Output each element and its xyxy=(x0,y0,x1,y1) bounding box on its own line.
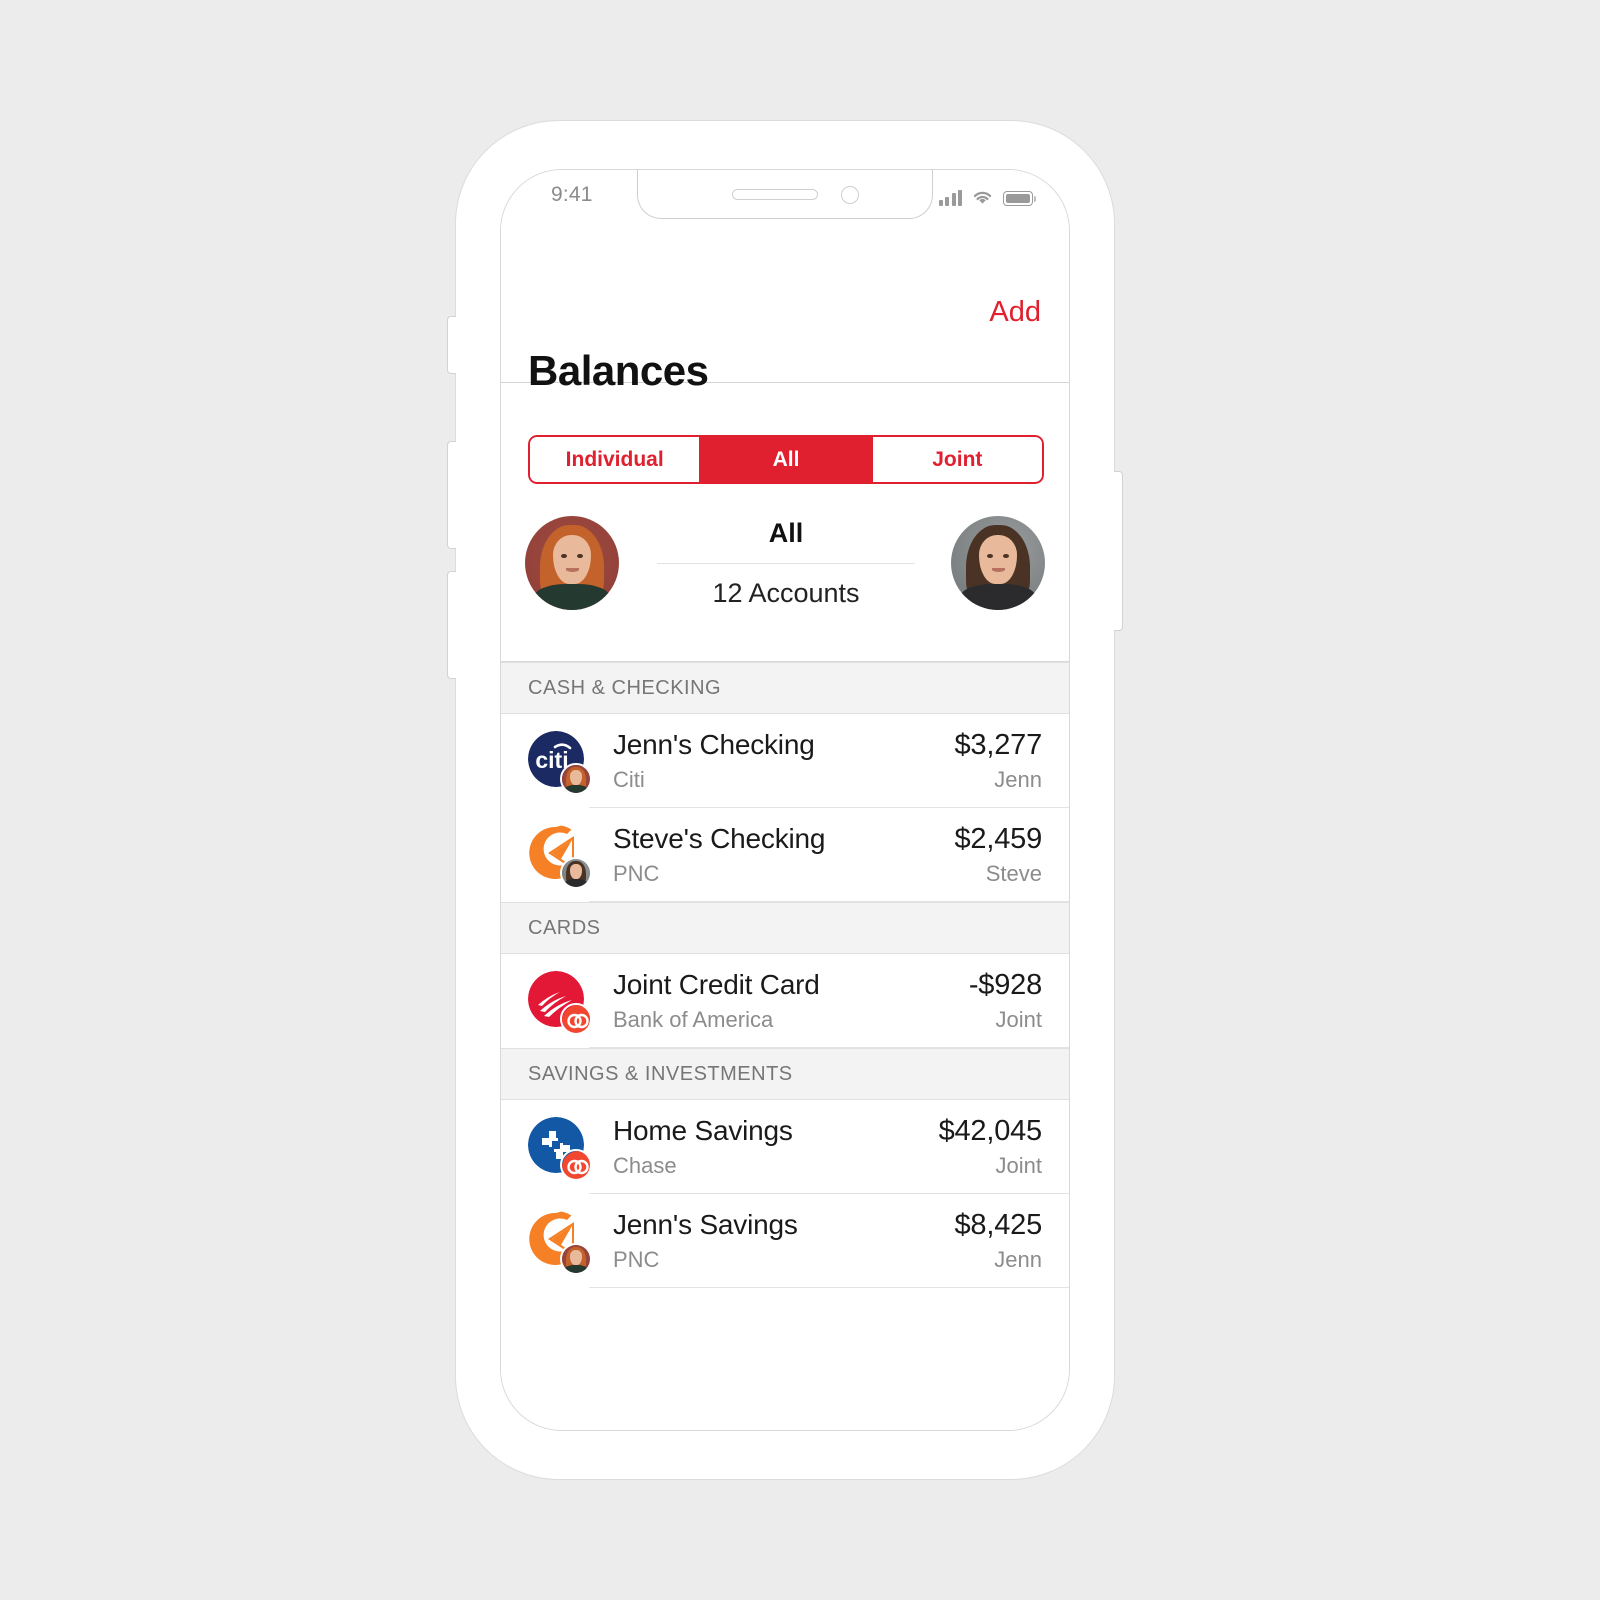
account-logo-group xyxy=(528,1116,592,1181)
segment-joint[interactable]: Joint xyxy=(872,435,1044,484)
jenn-avatar-badge xyxy=(560,762,592,795)
page-title: Balances xyxy=(528,347,709,394)
account-info: Steve's Checking PNC xyxy=(613,823,955,886)
account-name: Jenn's Checking xyxy=(613,729,815,761)
account-name: Jenn's Savings xyxy=(613,1209,798,1241)
earpiece-speaker-icon xyxy=(732,189,818,200)
section-header-cash-checking: CASH & CHECKING xyxy=(501,662,1069,714)
front-camera-icon xyxy=(841,186,859,204)
account-info: Jenn's Savings PNC xyxy=(613,1209,955,1272)
summary-account-count: 12 Accounts xyxy=(712,578,860,608)
volume-down-button[interactable] xyxy=(447,571,456,679)
jenn-avatar[interactable] xyxy=(525,516,619,610)
account-balance-group: $42,045 Joint xyxy=(938,1114,1043,1179)
account-summary: All 12 Accounts xyxy=(501,504,1069,662)
summary-title: All xyxy=(768,518,804,548)
account-filter-segmented-control[interactable]: Individual All Joint xyxy=(528,435,1044,484)
account-bank: Citi xyxy=(613,766,645,792)
add-button[interactable]: Add xyxy=(989,296,1041,329)
power-button[interactable] xyxy=(1114,471,1123,631)
account-owner: Jenn xyxy=(994,1247,1042,1273)
account-owner: Joint xyxy=(995,1153,1042,1179)
table-row[interactable]: Jenn's Savings PNC $8,425 Jenn xyxy=(501,1194,1069,1288)
account-amount: $42,045 xyxy=(938,1114,1043,1147)
screenshot-canvas: 9:41 Add Balances Individual All Joint A… xyxy=(0,0,1600,1600)
account-amount: $3,277 xyxy=(954,728,1043,761)
account-info: Joint Credit Card Bank of America xyxy=(613,969,969,1032)
account-owner: Joint xyxy=(995,1007,1042,1033)
mute-switch[interactable] xyxy=(447,316,456,374)
account-amount: -$928 xyxy=(968,968,1042,1001)
account-logo-group: citi xyxy=(528,730,592,795)
account-owner: Steve xyxy=(985,861,1042,887)
summary-center: All 12 Accounts xyxy=(653,518,919,609)
account-name: Steve's Checking xyxy=(613,823,826,855)
account-name: Home Savings xyxy=(613,1115,793,1147)
summary-divider xyxy=(657,563,915,564)
account-info: Jenn's Checking Citi xyxy=(613,729,955,792)
table-row[interactable]: Steve's Checking PNC $2,459 Steve xyxy=(501,808,1069,902)
device-notch xyxy=(637,170,933,219)
account-owner: Jenn xyxy=(994,767,1042,793)
table-row[interactable]: citi Jenn's Checking Citi $3,277 Jenn xyxy=(501,714,1069,808)
section-header-savings-investments: SAVINGS & INVESTMENTS xyxy=(501,1048,1069,1100)
accounts-list[interactable]: CASH & CHECKING citi Jenn's Checking Cit… xyxy=(501,662,1069,1430)
segment-individual[interactable]: Individual xyxy=(528,435,702,484)
account-info: Home Savings Chase xyxy=(613,1115,939,1178)
account-amount: $2,459 xyxy=(954,822,1043,855)
account-balance-group: $2,459 Steve xyxy=(955,823,1043,887)
account-bank: Bank of America xyxy=(613,1006,774,1032)
jenn-avatar-badge xyxy=(560,1242,592,1275)
account-logo-group xyxy=(528,1210,592,1275)
account-amount: $8,425 xyxy=(954,1208,1043,1241)
segment-all[interactable]: All xyxy=(701,435,873,484)
steve-avatar-badge xyxy=(560,856,592,889)
steve-avatar[interactable] xyxy=(951,516,1045,610)
account-bank: PNC xyxy=(613,1246,660,1272)
phone-screen: 9:41 Add Balances Individual All Joint A… xyxy=(500,169,1070,1431)
joint-rings-badge xyxy=(560,1002,592,1035)
account-bank: PNC xyxy=(613,860,660,886)
volume-up-button[interactable] xyxy=(447,441,456,549)
section-header-cards: CARDS xyxy=(501,902,1069,954)
account-logo-group xyxy=(528,824,592,889)
phone-device-frame: 9:41 Add Balances Individual All Joint A… xyxy=(447,120,1123,1480)
account-balance-group: -$928 Joint xyxy=(969,969,1042,1033)
table-row[interactable]: Home Savings Chase $42,045 Joint xyxy=(501,1100,1069,1194)
joint-rings-badge xyxy=(560,1148,592,1181)
account-logo-group xyxy=(528,970,592,1035)
account-balance-group: $8,425 Jenn xyxy=(955,1209,1043,1273)
account-name: Joint Credit Card xyxy=(613,969,820,1001)
account-balance-group: $3,277 Jenn xyxy=(955,729,1043,793)
table-row[interactable]: Joint Credit Card Bank of America -$928 … xyxy=(501,954,1069,1048)
account-bank: Chase xyxy=(613,1152,677,1178)
